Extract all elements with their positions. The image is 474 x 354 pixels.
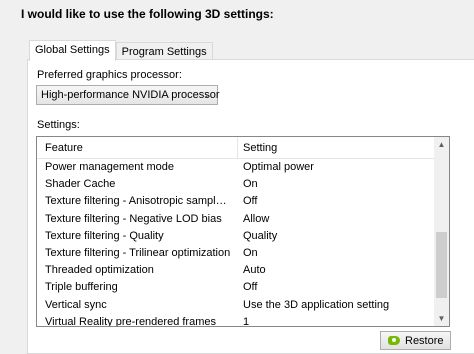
setting-cell[interactable]: Auto bbox=[243, 264, 266, 276]
scroll-down-arrow-icon[interactable]: ▼ bbox=[434, 311, 449, 326]
page-heading: I would like to use the following 3D set… bbox=[21, 7, 274, 21]
feature-cell: Virtual Reality pre-rendered frames bbox=[45, 315, 216, 327]
table-row[interactable]: Texture filtering - Negative LOD bias All… bbox=[37, 211, 435, 228]
table-row[interactable]: Texture filtering - Trilinear optimizati… bbox=[37, 245, 435, 262]
tab-global-settings[interactable]: Global Settings bbox=[29, 40, 116, 61]
settings-list-header: Feature Setting bbox=[37, 137, 435, 159]
table-row[interactable]: Vertical sync Use the 3D application sett… bbox=[37, 297, 435, 314]
feature-cell: Shader Cache bbox=[45, 178, 116, 191]
column-divider[interactable] bbox=[237, 137, 238, 159]
feature-cell: Triple buffering bbox=[45, 281, 118, 294]
scroll-up-arrow-icon[interactable]: ▲ bbox=[434, 137, 449, 152]
column-header-feature[interactable]: Feature bbox=[45, 142, 83, 154]
settings-tabs: Global Settings Program Settings bbox=[29, 40, 213, 61]
feature-cell: Power management mode bbox=[45, 161, 175, 173]
table-row[interactable]: Threaded optimization Auto bbox=[37, 262, 435, 279]
preferred-gpu-label: Preferred graphics processor: bbox=[37, 69, 182, 81]
settings-list[interactable]: Feature Setting Power management mode Opt… bbox=[36, 136, 450, 327]
preferred-gpu-dropdown[interactable]: High-performance NVIDIA processor ⌄ bbox=[36, 85, 220, 105]
feature-cell: Texture filtering - Negative LOD bias bbox=[45, 212, 222, 225]
setting-cell[interactable]: Use the 3D application setting bbox=[243, 299, 389, 311]
table-row[interactable]: Power management mode Optimal power bbox=[37, 159, 435, 176]
setting-cell[interactable]: Optimal power bbox=[243, 161, 314, 173]
setting-cell[interactable]: On bbox=[243, 247, 258, 259]
nvidia-icon bbox=[388, 336, 400, 345]
scrollbar-thumb[interactable] bbox=[436, 232, 447, 298]
restore-button[interactable]: Restore bbox=[380, 331, 451, 350]
table-row[interactable]: Texture filtering - Anisotropic sample o… bbox=[37, 193, 435, 210]
feature-cell: Threaded optimization bbox=[45, 264, 154, 277]
feature-cell: Texture filtering - Quality bbox=[45, 229, 164, 242]
restore-button-label: Restore bbox=[405, 334, 444, 347]
vertical-scrollbar[interactable]: ▲ ▼ bbox=[434, 137, 449, 326]
tab-program-settings[interactable]: Program Settings bbox=[115, 42, 213, 60]
setting-cell[interactable]: Off bbox=[243, 281, 257, 293]
setting-cell[interactable]: 1 bbox=[243, 316, 249, 326]
chevron-down-icon: ⌄ bbox=[203, 90, 212, 101]
column-header-setting[interactable]: Setting bbox=[243, 142, 277, 154]
setting-cell[interactable]: Off bbox=[243, 195, 257, 207]
preferred-gpu-value: High-performance NVIDIA processor bbox=[41, 89, 220, 101]
feature-cell: Texture filtering - Trilinear optimizati… bbox=[45, 246, 231, 259]
setting-cell[interactable]: Allow bbox=[243, 213, 269, 225]
feature-cell: Texture filtering - Anisotropic sample o… bbox=[45, 195, 231, 208]
table-row[interactable]: Virtual Reality pre-rendered frames 1 bbox=[37, 314, 435, 327]
table-row[interactable]: Texture filtering - Quality Quality bbox=[37, 228, 435, 245]
setting-cell[interactable]: Quality bbox=[243, 230, 277, 242]
table-row[interactable]: Shader Cache On bbox=[37, 176, 435, 193]
settings-label: Settings: bbox=[37, 119, 80, 131]
feature-cell: Vertical sync bbox=[45, 298, 107, 311]
table-row[interactable]: Triple buffering Off bbox=[37, 279, 435, 296]
setting-cell[interactable]: On bbox=[243, 178, 258, 190]
settings-rows: Power management mode Optimal power Shade… bbox=[37, 159, 435, 327]
